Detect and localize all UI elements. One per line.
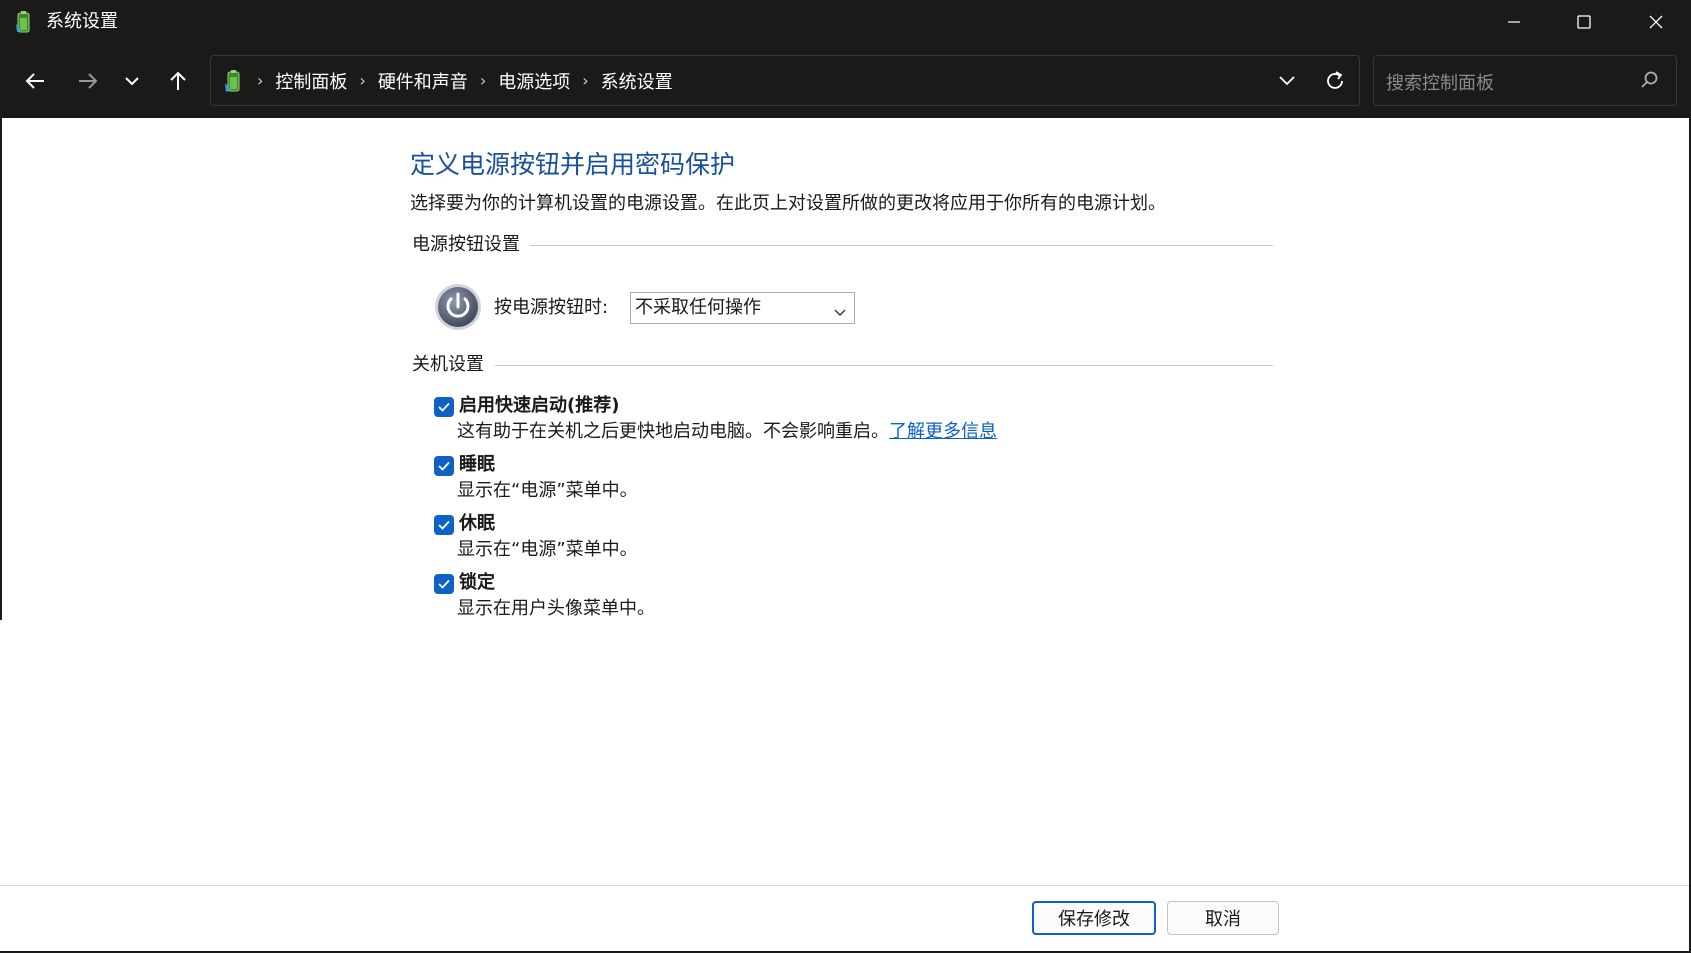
learn-more-link[interactable]: 了解更多信息 [889, 421, 997, 442]
fast-startup-label: 启用快速启动(推荐) [459, 395, 620, 416]
recent-locations-button[interactable] [113, 63, 151, 99]
power-button-label: 按电源按钮时: [494, 297, 609, 318]
breadcrumb-system-settings[interactable]: 系统设置 [601, 68, 673, 94]
window-chrome: 系统设置 › 控制面板 › 硬件和声音 › 电源选项 › 系统设置 搜索控制面板 [0, 0, 1691, 118]
page-description: 选择要为你的计算机设置的电源设置。在此页上对设置所做的更改将应用于你所有的电源计… [410, 193, 1166, 214]
page-title: 定义电源按钮并启用密码保护 [410, 150, 736, 179]
back-button[interactable] [16, 63, 54, 99]
minimize-icon [1508, 21, 1520, 23]
forward-arrow-icon [79, 73, 98, 89]
checkmark-icon [438, 520, 450, 530]
search-icon [1640, 70, 1660, 94]
power-options-location-icon [223, 68, 245, 94]
breadcrumb-separator: › [582, 71, 589, 90]
fast-startup-description: 这有助于在关机之后更快地启动电脑。不会影响重启。了解更多信息 [457, 420, 997, 444]
up-arrow-icon [170, 71, 186, 90]
address-bar[interactable]: › 控制面板 › 硬件和声音 › 电源选项 › 系统设置 [210, 55, 1360, 106]
close-icon [1649, 15, 1663, 29]
lock-checkbox[interactable] [434, 574, 454, 594]
maximize-button[interactable] [1549, 0, 1619, 44]
address-history-dropdown[interactable] [1273, 68, 1301, 94]
refresh-icon [1327, 71, 1343, 89]
cancel-button[interactable]: 取消 [1167, 901, 1279, 935]
search-placeholder: 搜索控制面板 [1386, 73, 1494, 94]
power-button-group-label: 电源按钮设置 [412, 233, 530, 257]
shutdown-group-divider [495, 365, 1273, 366]
chevron-down-icon [834, 302, 846, 321]
lock-description: 显示在用户头像菜单中。 [457, 598, 655, 619]
breadcrumb-power-options[interactable]: 电源选项 [498, 68, 570, 94]
search-input[interactable]: 搜索控制面板 [1373, 55, 1677, 106]
hibernate-description: 显示在“电源”菜单中。 [457, 539, 638, 560]
main-content: 定义电源按钮并启用密码保护 选择要为你的计算机设置的电源设置。在此页上对设置所做… [0, 118, 1691, 885]
hibernate-label: 休眠 [459, 513, 495, 534]
sleep-description: 显示在“电源”菜单中。 [457, 480, 638, 501]
power-icon [434, 283, 482, 331]
close-button[interactable] [1621, 0, 1691, 44]
checkmark-icon [438, 579, 450, 589]
breadcrumb-control-panel[interactable]: 控制面板 [275, 68, 347, 94]
breadcrumb-hardware-sound[interactable]: 硬件和声音 [378, 68, 468, 94]
refresh-button[interactable] [1319, 67, 1351, 95]
maximize-icon [1577, 15, 1591, 29]
footer: 保存修改 取消 [0, 886, 1691, 953]
chevron-down-icon [1279, 76, 1295, 86]
breadcrumb-separator: › [359, 71, 366, 90]
breadcrumb: › 控制面板 › 硬件和声音 › 电源选项 › 系统设置 [249, 56, 673, 105]
window-border-left [0, 118, 2, 620]
hibernate-checkbox[interactable] [434, 515, 454, 535]
power-button-action-select[interactable]: 不采取任何操作 [630, 292, 855, 324]
lock-label: 锁定 [459, 572, 495, 593]
window-title: 系统设置 [46, 11, 118, 32]
save-button[interactable]: 保存修改 [1032, 901, 1156, 935]
chevron-down-icon [125, 77, 139, 86]
power-button-action-value: 不采取任何操作 [635, 297, 761, 318]
breadcrumb-separator: › [257, 71, 264, 90]
checkmark-icon [438, 402, 450, 412]
breadcrumb-separator: › [479, 71, 487, 90]
shutdown-group-label: 关机设置 [412, 353, 494, 377]
up-button[interactable] [159, 63, 197, 99]
back-arrow-icon [25, 73, 44, 89]
power-group-divider [530, 245, 1273, 246]
sleep-label: 睡眠 [459, 454, 495, 475]
fast-startup-checkbox[interactable] [434, 397, 454, 417]
checkmark-icon [438, 461, 450, 471]
minimize-button[interactable] [1479, 0, 1549, 44]
fast-startup-desc-text: 这有助于在关机之后更快地启动电脑。不会影响重启。 [457, 421, 889, 442]
sleep-checkbox[interactable] [434, 456, 454, 476]
title-bar: 系统设置 [0, 0, 1691, 44]
power-options-app-icon [14, 10, 34, 34]
forward-button[interactable] [69, 63, 107, 99]
